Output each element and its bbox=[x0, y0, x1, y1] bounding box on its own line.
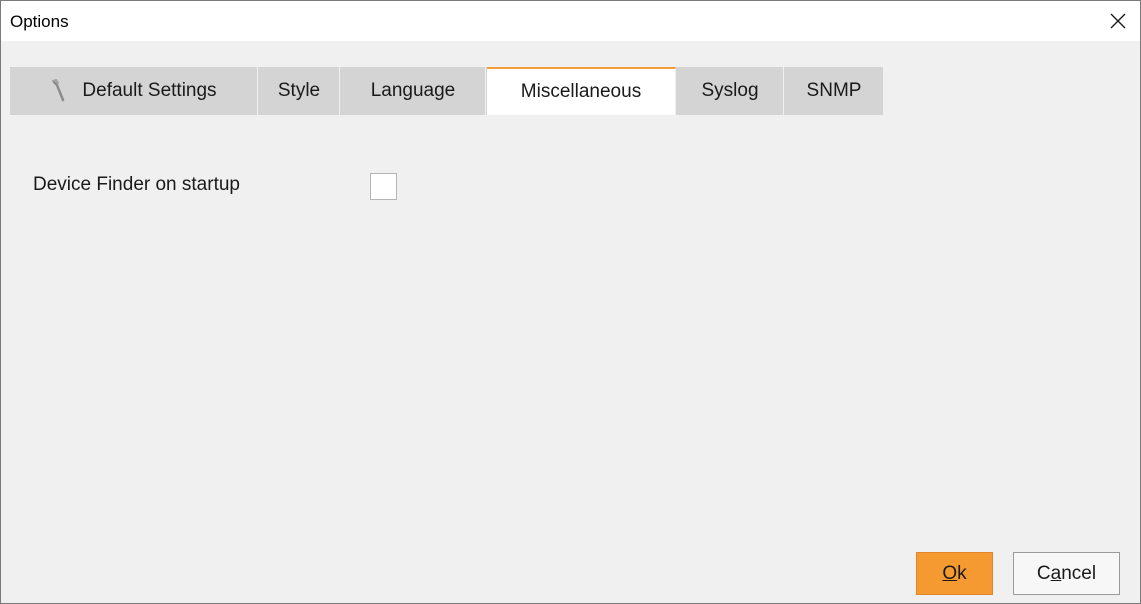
cancel-label-rest: ncel bbox=[1061, 562, 1097, 584]
wrench-icon bbox=[50, 79, 72, 103]
cancel-button[interactable]: Ca ncel bbox=[1013, 552, 1120, 595]
tab-label: Style bbox=[277, 80, 321, 101]
tab-default-settings[interactable]: Default Settings bbox=[10, 67, 258, 115]
tab-label: Language bbox=[370, 80, 456, 101]
tab-syslog[interactable]: Syslog bbox=[677, 67, 784, 115]
tab-label: Syslog bbox=[701, 80, 759, 101]
ok-label-rest: k bbox=[957, 562, 967, 584]
ok-button[interactable]: Ok bbox=[916, 552, 993, 595]
device-finder-checkbox[interactable] bbox=[370, 173, 397, 200]
tab-label: SNMP bbox=[806, 80, 862, 101]
tab-language[interactable]: Language bbox=[341, 67, 486, 115]
title-bar: Options bbox=[1, 1, 1140, 41]
tab-label: Miscellaneous bbox=[520, 81, 642, 102]
ok-mnemonic: O bbox=[942, 562, 958, 584]
close-icon bbox=[1109, 12, 1127, 30]
cancel-mnemonic: a bbox=[1050, 562, 1062, 584]
tab-snmp[interactable]: SNMP bbox=[785, 67, 884, 115]
close-button[interactable] bbox=[1096, 1, 1140, 41]
device-finder-label: Device Finder on startup bbox=[33, 174, 240, 195]
tab-miscellaneous[interactable]: Miscellaneous bbox=[487, 67, 676, 115]
cancel-label-pre: C bbox=[1036, 562, 1051, 584]
options-dialog: Options Default Settings Style Language bbox=[0, 0, 1141, 604]
tab-style[interactable]: Style bbox=[259, 67, 340, 115]
window-title: Options bbox=[10, 12, 69, 31]
tab-label: Default Settings bbox=[82, 80, 217, 101]
